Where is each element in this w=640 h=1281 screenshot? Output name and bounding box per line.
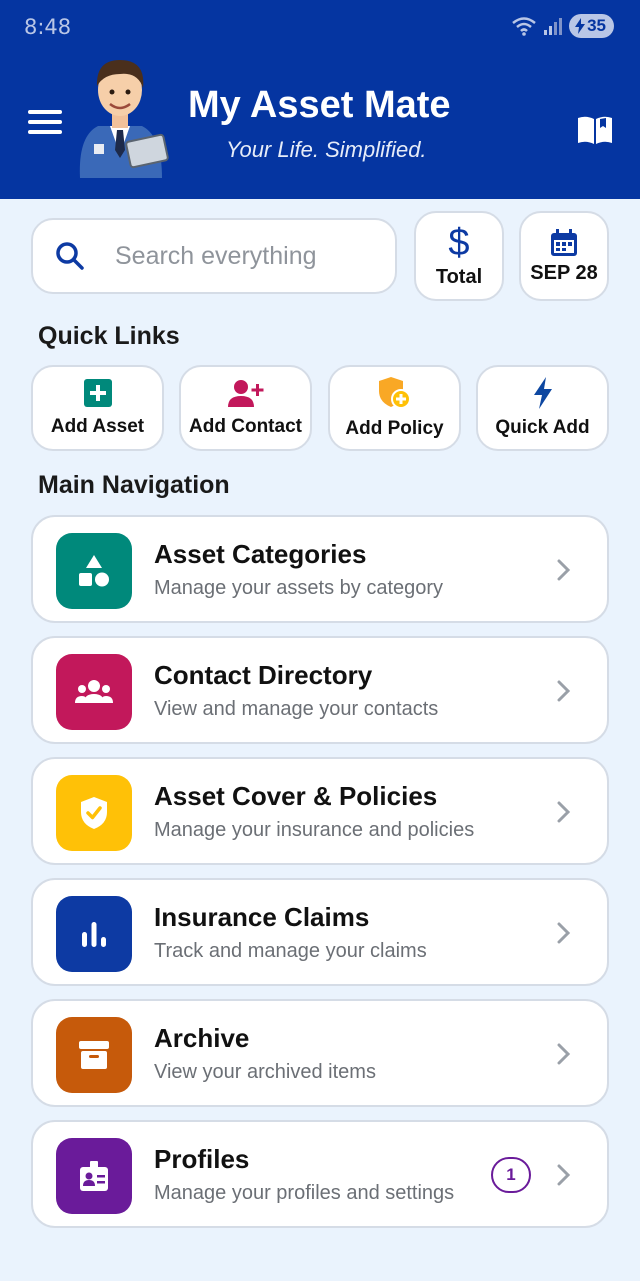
app-title: My Asset Mate — [188, 84, 451, 126]
chevron-right-icon — [557, 1164, 571, 1186]
status-time: 8:48 — [24, 15, 72, 39]
nav-icon-tile — [56, 1017, 132, 1093]
quick-link-label: Add Policy — [345, 418, 444, 439]
nav-title: Asset Cover & Policies — [154, 781, 438, 811]
main-navigation-title: Main Navigation — [38, 471, 230, 499]
chevron-right-icon — [557, 1043, 571, 1065]
nav-icon-tile — [56, 896, 132, 972]
nav-asset-categories[interactable]: Asset Categories Manage your assets by c… — [31, 515, 609, 623]
search-bar[interactable] — [31, 218, 397, 294]
nav-icon-tile — [56, 654, 132, 730]
nav-title: Insurance Claims — [154, 902, 370, 932]
charging-icon — [575, 18, 586, 34]
calendar-icon — [551, 228, 577, 256]
mascot-avatar — [79, 60, 169, 178]
nav-subtitle: View your archived items — [154, 1061, 376, 1083]
status-icons: 35 — [511, 14, 614, 38]
chevron-right-icon — [557, 680, 571, 702]
nav-title: Contact Directory — [154, 660, 373, 690]
quick-link-label: Add Contact — [189, 416, 302, 437]
quick-link-label: Quick Add — [495, 417, 590, 438]
nav-subtitle: Track and manage your claims — [154, 940, 427, 962]
date-label: SEP 28 — [530, 261, 598, 284]
nav-title: Profiles — [154, 1144, 250, 1174]
battery-level: 35 — [587, 16, 606, 35]
quick-add-button[interactable]: Quick Add — [476, 365, 609, 451]
id-badge-icon — [80, 1161, 108, 1191]
quick-add-policy-button[interactable]: Add Policy — [328, 365, 461, 451]
plus-square-icon — [83, 379, 112, 407]
quick-add-contact-button[interactable]: Add Contact — [179, 365, 312, 451]
people-icon — [75, 680, 113, 703]
menu-button[interactable] — [28, 110, 62, 134]
quick-add-asset-button[interactable]: Add Asset — [31, 365, 164, 451]
wifi-icon — [512, 17, 536, 36]
notification-badge: 1 — [491, 1157, 531, 1193]
quick-link-label: Add Asset — [50, 416, 145, 437]
date-button[interactable]: SEP 28 — [519, 211, 609, 301]
bar-chart-icon — [82, 922, 106, 947]
nav-icon-tile — [56, 533, 132, 609]
nav-title: Archive — [154, 1023, 250, 1053]
shield-add-icon — [378, 377, 411, 409]
app-subtitle: Your Life. Simplified. — [226, 137, 427, 162]
shapes-icon — [79, 555, 109, 587]
book-icon[interactable] — [576, 114, 614, 146]
search-input[interactable] — [115, 241, 355, 271]
nav-subtitle: View and manage your contacts — [154, 698, 439, 720]
dollar-icon: $ — [448, 221, 470, 264]
quick-links-title: Quick Links — [38, 322, 180, 350]
nav-asset-cover-policies[interactable]: Asset Cover & Policies Manage your insur… — [31, 757, 609, 865]
shield-check-icon — [81, 797, 107, 829]
archive-box-icon — [79, 1041, 109, 1069]
battery-indicator: 35 — [569, 14, 614, 38]
app-header: 8:48 35 My Asset Mate Your Life. Simplif… — [0, 0, 640, 199]
nav-contact-directory[interactable]: Contact Directory View and manage your c… — [31, 636, 609, 744]
signal-icon — [544, 18, 563, 35]
person-add-icon — [227, 380, 263, 407]
nav-icon-tile — [56, 1138, 132, 1214]
nav-title: Asset Categories — [154, 539, 367, 569]
chevron-right-icon — [557, 922, 571, 944]
nav-subtitle: Manage your profiles and settings — [154, 1182, 455, 1204]
chevron-right-icon — [557, 559, 571, 581]
total-button[interactable]: $ Total — [414, 211, 504, 301]
nav-subtitle: Manage your insurance and policies — [154, 819, 475, 841]
nav-insurance-claims[interactable]: Insurance Claims Track and manage your c… — [31, 878, 609, 986]
chevron-right-icon — [557, 801, 571, 823]
search-icon — [56, 242, 84, 270]
nav-archive[interactable]: Archive View your archived items — [31, 999, 609, 1107]
nav-profiles[interactable]: Profiles Manage your profiles and settin… — [31, 1120, 609, 1228]
bolt-icon — [533, 377, 552, 409]
nav-icon-tile — [56, 775, 132, 851]
total-label: Total — [435, 265, 483, 288]
nav-subtitle: Manage your assets by category — [154, 577, 444, 599]
